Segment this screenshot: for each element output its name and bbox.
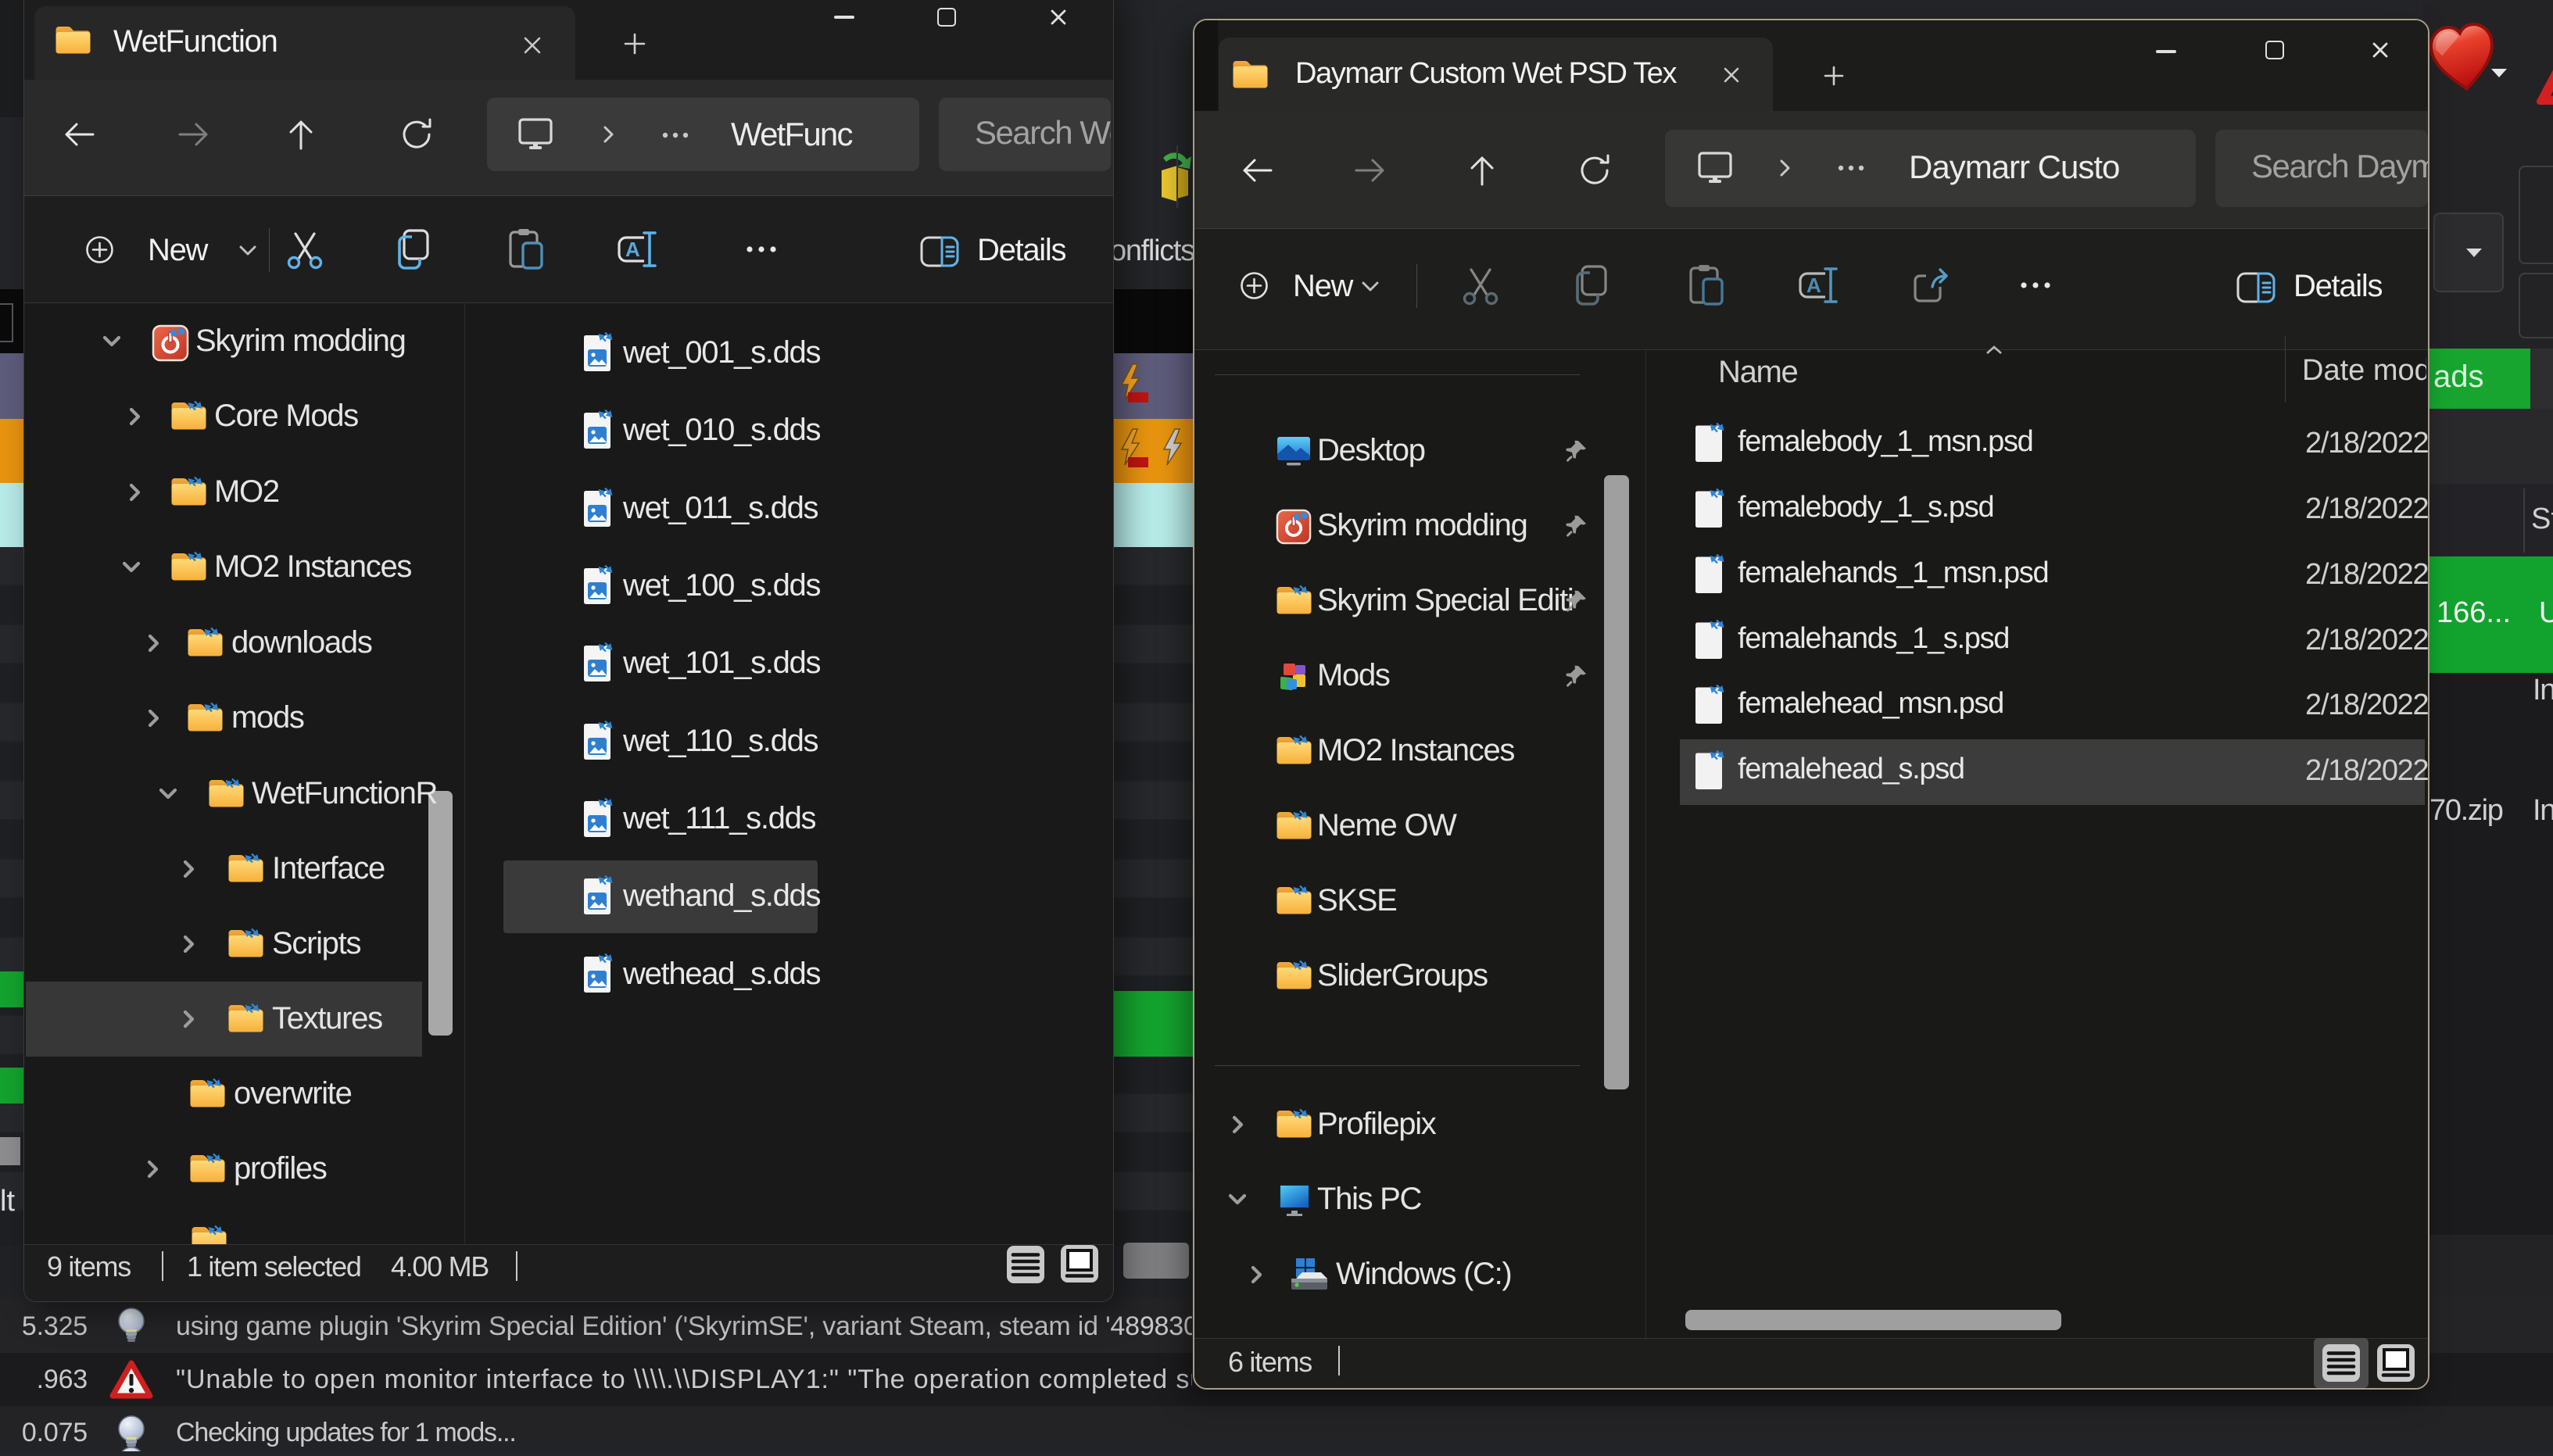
svg-text:A: A — [625, 238, 640, 261]
svg-text:A: A — [1806, 274, 1821, 297]
